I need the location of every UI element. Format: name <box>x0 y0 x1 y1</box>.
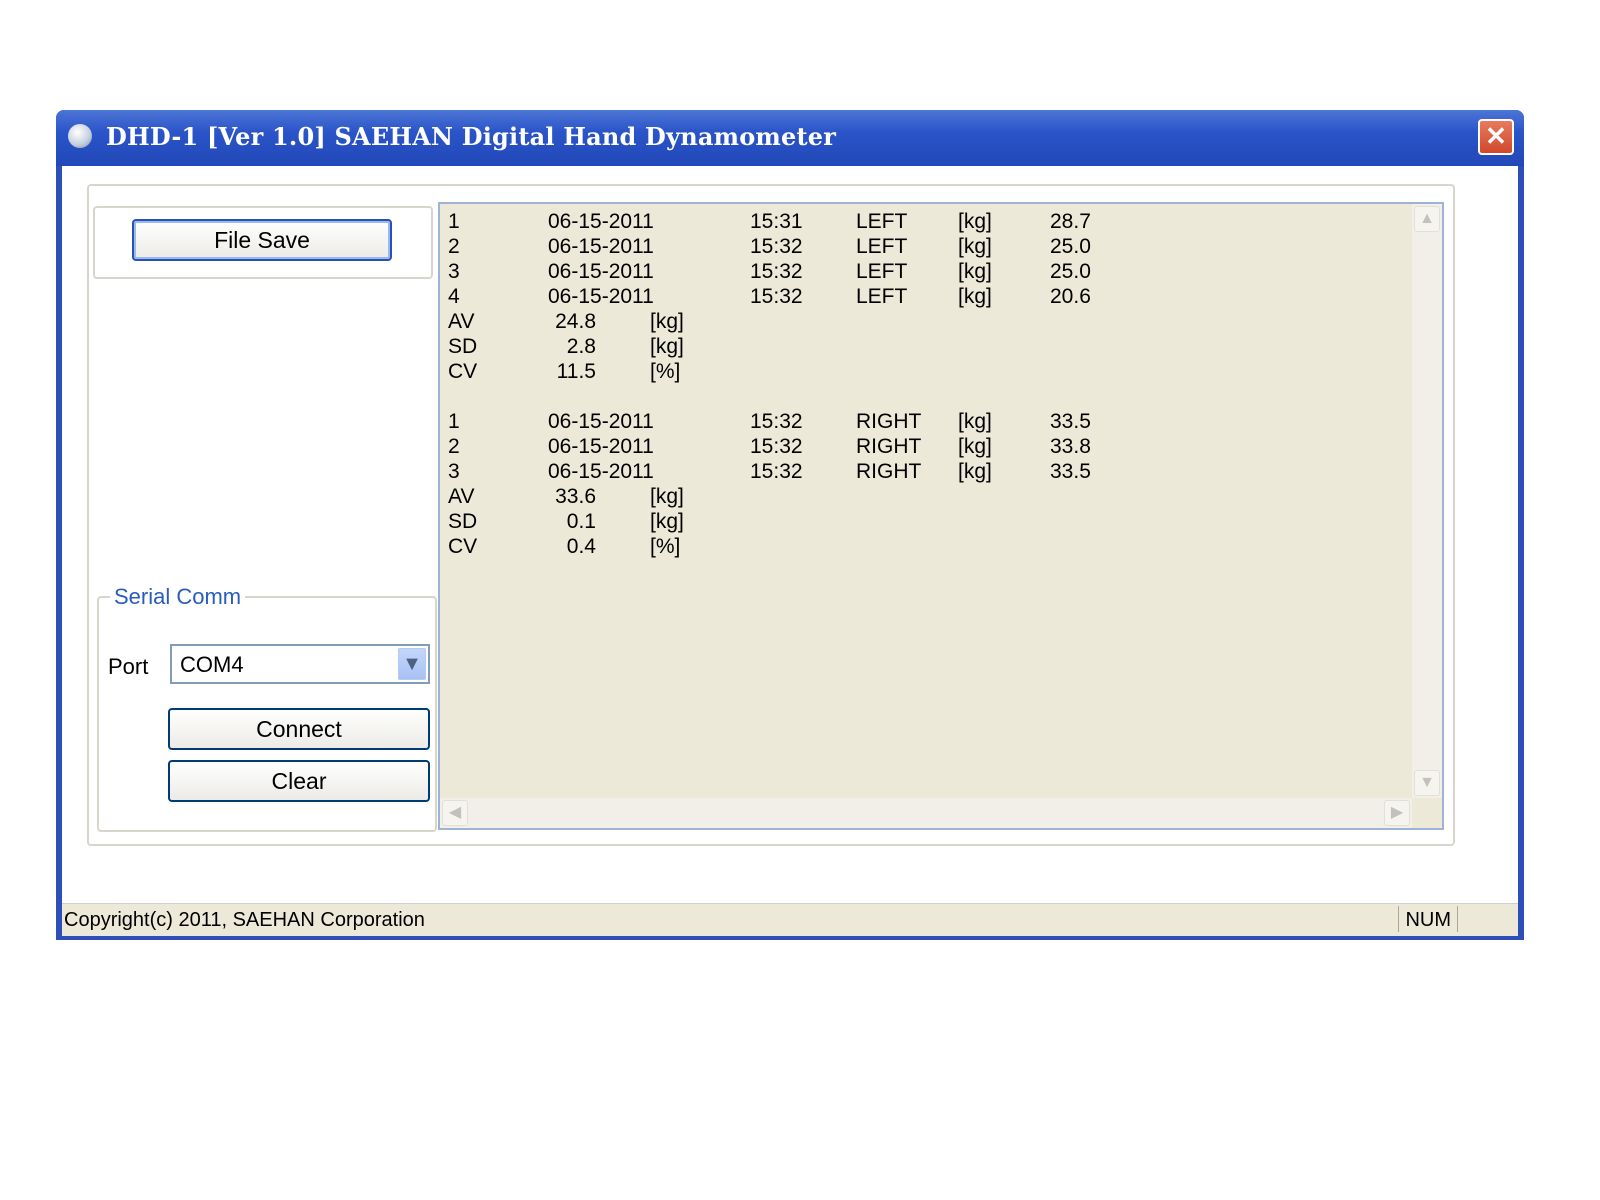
row-hand: LEFT <box>856 285 908 308</box>
row-date: 06-15-2011 <box>548 210 654 233</box>
row-hand: LEFT <box>856 235 908 258</box>
row-value: 28.7 <box>1050 210 1091 233</box>
row-time: 15:32 <box>750 235 803 258</box>
row-unit: [kg] <box>958 410 992 433</box>
row-index: 2 <box>448 235 460 258</box>
row-hand: RIGHT <box>856 435 922 458</box>
row-index: 3 <box>448 460 460 483</box>
row-index: 2 <box>448 435 460 458</box>
row-date: 06-15-2011 <box>548 260 654 283</box>
stat-value: 0.4 <box>566 535 596 558</box>
vertical-scrollbar[interactable]: ▲ ▼ <box>1412 204 1442 798</box>
row-date: 06-15-2011 <box>548 435 654 458</box>
serial-comm-legend: Serial Comm <box>110 584 246 610</box>
stat-value: 33.6 <box>555 485 596 508</box>
row-date: 06-15-2011 <box>548 460 654 483</box>
row-value: 20.6 <box>1050 285 1091 308</box>
status-bar: Copyright(c) 2011, SAEHAN Corporation NU… <box>62 903 1518 936</box>
row-index: 3 <box>448 260 460 283</box>
app-window: DHD-1 [Ver 1.0] SAEHAN Digital Hand Dyna… <box>56 110 1524 940</box>
horizontal-scrollbar[interactable]: ◀ ▶ <box>440 798 1412 828</box>
row-hand: RIGHT <box>856 410 922 433</box>
scroll-left-icon[interactable]: ◀ <box>442 800 468 826</box>
row-index: 4 <box>448 285 460 308</box>
row-value: 25.0 <box>1050 260 1091 283</box>
row-unit: [kg] <box>958 435 992 458</box>
row-time: 15:32 <box>750 410 803 433</box>
row-value: 33.8 <box>1050 435 1091 458</box>
close-button[interactable]: ✕ <box>1478 119 1514 155</box>
stat-unit: [kg] <box>650 310 684 333</box>
stat-value: 0.1 <box>566 510 596 533</box>
port-label: Port <box>108 654 149 679</box>
row-value: 25.0 <box>1050 235 1091 258</box>
row-time: 15:31 <box>750 210 803 233</box>
row-hand: RIGHT <box>856 460 922 483</box>
client-area: File Save Serial Comm Port COM4 ▼ Connec… <box>62 166 1518 905</box>
stat-label: AV <box>448 485 475 508</box>
row-time: 15:32 <box>750 460 803 483</box>
scroll-down-icon[interactable]: ▼ <box>1414 770 1440 796</box>
stat-value: 2.8 <box>566 335 596 358</box>
stat-unit: [kg] <box>650 510 684 533</box>
measurement-log[interactable]: 1 06-15-2011 15:31 LEFT [kg] 28.7 2 06-1… <box>438 202 1444 830</box>
stat-unit: [%] <box>650 535 681 558</box>
row-time: 15:32 <box>750 285 803 308</box>
app-icon[interactable] <box>68 124 92 148</box>
chevron-down-icon[interactable]: ▼ <box>398 648 426 680</box>
row-value: 33.5 <box>1050 460 1091 483</box>
row-date: 06-15-2011 <box>548 285 654 308</box>
scrollbar-corner <box>1412 798 1442 828</box>
connect-button[interactable]: Connect <box>168 708 430 750</box>
stat-unit: [%] <box>650 360 681 383</box>
scroll-up-icon[interactable]: ▲ <box>1414 206 1440 232</box>
stat-label: SD <box>448 335 478 358</box>
num-lock-indicator: NUM <box>1398 906 1458 932</box>
row-index: 1 <box>448 410 460 433</box>
stat-label: CV <box>448 360 478 383</box>
stat-label: SD <box>448 510 478 533</box>
port-select[interactable]: COM4 ▼ <box>170 644 430 684</box>
row-unit: [kg] <box>958 460 992 483</box>
copyright-text: Copyright(c) 2011, SAEHAN Corporation <box>64 909 425 931</box>
stat-value: 11.5 <box>556 360 596 383</box>
stat-value: 24.8 <box>555 310 596 333</box>
scroll-right-icon[interactable]: ▶ <box>1384 800 1410 826</box>
window-title: DHD-1 [Ver 1.0] SAEHAN Digital Hand Dyna… <box>106 122 837 151</box>
file-save-button[interactable]: File Save <box>132 219 392 261</box>
row-hand: LEFT <box>856 260 908 283</box>
row-unit: [kg] <box>958 260 992 283</box>
row-date: 06-15-2011 <box>548 235 654 258</box>
title-bar[interactable]: DHD-1 [Ver 1.0] SAEHAN Digital Hand Dyna… <box>56 110 1524 166</box>
row-unit: [kg] <box>958 285 992 308</box>
row-time: 15:32 <box>750 435 803 458</box>
stat-label: AV <box>448 310 475 333</box>
row-hand: LEFT <box>856 210 908 233</box>
stat-unit: [kg] <box>650 335 684 358</box>
row-date: 06-15-2011 <box>548 410 654 433</box>
stat-label: CV <box>448 535 478 558</box>
row-value: 33.5 <box>1050 410 1091 433</box>
row-unit: [kg] <box>958 235 992 258</box>
row-index: 1 <box>448 210 460 233</box>
clear-button[interactable]: Clear <box>168 760 430 802</box>
row-time: 15:32 <box>750 260 803 283</box>
row-unit: [kg] <box>958 210 992 233</box>
port-select-value: COM4 <box>180 652 244 677</box>
stat-unit: [kg] <box>650 485 684 508</box>
